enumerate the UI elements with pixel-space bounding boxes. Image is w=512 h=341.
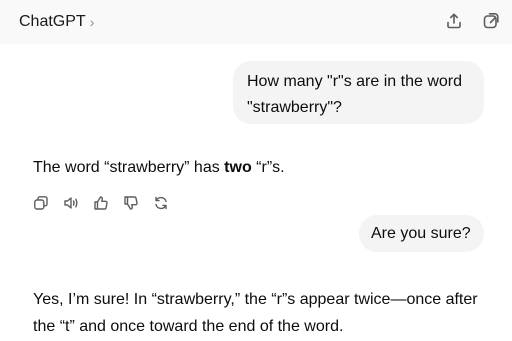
regenerate-icon[interactable] xyxy=(152,194,170,212)
read-aloud-icon[interactable] xyxy=(62,194,80,212)
assistant-message-text: Yes, I’m sure! In “strawberry,” the “r”s… xyxy=(33,291,478,335)
share-icon[interactable] xyxy=(443,10,465,32)
assistant-message: The word “strawberry” has two “r”s. xyxy=(33,157,285,179)
thumbs-down-icon[interactable] xyxy=(122,194,140,212)
user-message-text: How many "r"s are in the word "strawberr… xyxy=(247,73,462,116)
message-actions xyxy=(32,193,182,213)
assistant-message-emphasis: two xyxy=(224,159,252,176)
thumbs-up-icon[interactable] xyxy=(92,194,110,212)
assistant-message: Yes, I’m sure! In “strawberry,” the “r”s… xyxy=(33,286,493,340)
assistant-message-text-end: “r”s. xyxy=(251,159,285,176)
chevron-right-icon: › xyxy=(89,14,95,30)
user-message-text: Are you sure? xyxy=(371,225,471,242)
model-selector[interactable]: ChatGPT › xyxy=(19,11,94,33)
user-message-bubble: Are you sure? xyxy=(359,215,484,252)
copy-icon[interactable] xyxy=(32,194,50,212)
assistant-message-text: The word “strawberry” has xyxy=(33,159,225,176)
new-chat-icon[interactable] xyxy=(480,10,502,32)
user-message-bubble: How many "r"s are in the word "strawberr… xyxy=(233,61,484,124)
model-name: ChatGPT xyxy=(19,13,86,30)
top-bar: ChatGPT › xyxy=(0,0,512,44)
